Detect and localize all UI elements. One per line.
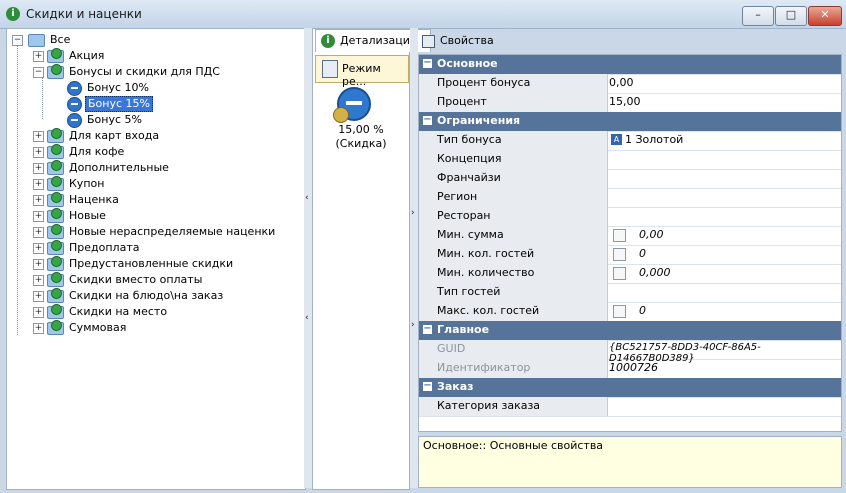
app-icon: i (6, 7, 20, 21)
prop-percent[interactable]: Процент 15,00 (419, 93, 841, 113)
tab-properties[interactable]: Свойства (418, 30, 494, 52)
category-order[interactable]: − Заказ (419, 378, 841, 398)
prop-concept[interactable]: Концепция (419, 150, 841, 170)
property-grid: − Основное Процент бонуса 0,00 Процент 15,0… (418, 54, 842, 432)
category-basic[interactable]: − Основное (419, 55, 841, 75)
properties-icon (422, 35, 435, 48)
description-panel: Основное:: Основные свойства (418, 436, 842, 488)
right-splitter[interactable]: › › (410, 28, 418, 488)
description-text: Основное:: Основные свойства (423, 439, 604, 452)
window-title: Скидки и наценки (26, 7, 142, 21)
category-limits[interactable]: − Ограничения (419, 112, 841, 132)
prop-region[interactable]: Регион (419, 188, 841, 208)
close-button[interactable]: ✕ (808, 6, 842, 26)
prop-guest-type[interactable]: Тип гостей (419, 283, 841, 303)
discount-tree: − Все + Акция − Бонусы и скидки для ПДС … (6, 28, 306, 490)
item-type: (Скидка) (335, 137, 387, 150)
title-bar: i Скидки и наценки – □ ✕ (0, 0, 846, 29)
prop-min-sum[interactable]: Мин. сумма 0,00 (419, 226, 841, 246)
prop-bonus-type[interactable]: Тип бонуса A 1 Золотой (419, 131, 841, 151)
prop-max-guests[interactable]: Макс. кол. гостей 0 (419, 302, 841, 322)
detail-panel: i Детализации Режим ре... 15,00 % (Скидк… (312, 28, 431, 490)
discount-icon (67, 113, 82, 128)
prop-guid[interactable]: GUID {BC521757-8DD3-40CF-86A5-D14667B0D38… (419, 340, 841, 364)
discount-icon (67, 97, 82, 112)
min-guests-checkbox[interactable] (613, 248, 626, 261)
minimize-button[interactable]: – (742, 6, 774, 26)
gear-icon (333, 107, 349, 123)
prop-identifier[interactable]: Идентификатор 1000726 (419, 359, 841, 379)
discount-icon (67, 81, 82, 96)
prop-bonus-percent[interactable]: Процент бонуса 0,00 (419, 74, 841, 94)
min-qty-checkbox[interactable] (613, 267, 626, 280)
tree-root-label: Все (50, 33, 71, 46)
min-sum-checkbox[interactable] (613, 229, 626, 242)
prop-order-category[interactable]: Категория заказа (419, 397, 841, 417)
prop-min-guests[interactable]: Мин. кол. гостей 0 (419, 245, 841, 265)
mode-button[interactable]: Режим ре... (315, 55, 409, 88)
max-guests-checkbox[interactable] (613, 305, 626, 318)
mode-icon (322, 60, 338, 78)
maximize-button[interactable]: □ (775, 6, 807, 26)
item-value: 15,00 % (338, 123, 384, 136)
category-main[interactable]: − Главное (419, 321, 841, 341)
prop-franchise[interactable]: Франчайзи (419, 169, 841, 189)
bonus-type-icon: A (611, 134, 622, 145)
info-icon: i (321, 34, 335, 48)
prop-min-qty[interactable]: Мин. количество 0,000 (419, 264, 841, 284)
left-splitter[interactable]: ‹ ‹ (304, 28, 312, 488)
prop-restaurant[interactable]: Ресторан (419, 207, 841, 227)
discount-item-icon[interactable] (333, 87, 371, 123)
